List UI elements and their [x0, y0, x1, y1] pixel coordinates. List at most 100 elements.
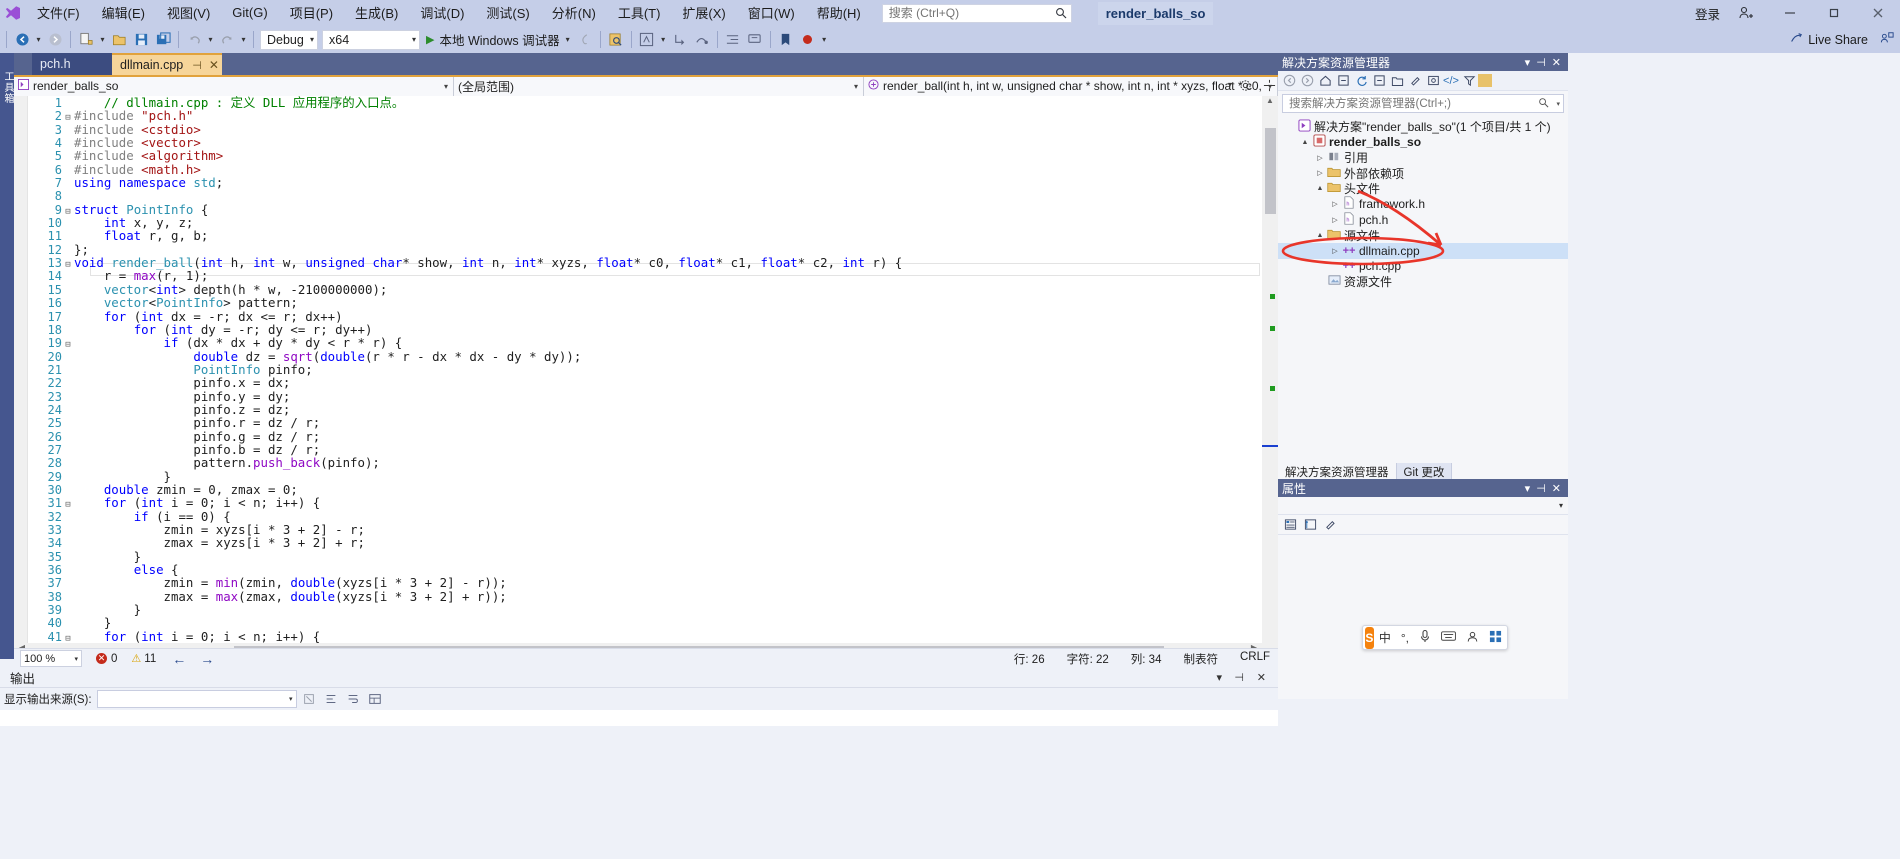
menu-window[interactable]: 窗口(W)	[737, 0, 806, 26]
search-input[interactable]	[886, 5, 1047, 21]
forward-icon[interactable]	[1298, 72, 1316, 90]
tab-pch-h[interactable]: pch.h	[32, 53, 112, 75]
tab-solution-explorer[interactable]: 解决方案资源管理器	[1278, 463, 1397, 479]
ime-apps-icon[interactable]	[1484, 630, 1507, 646]
quick-launch-search[interactable]	[881, 3, 1072, 23]
code-line[interactable]: 37 zmin = min(zmin, double(xyzs[i * 3 + …	[14, 576, 902, 590]
code-line[interactable]: 9 ⊟ struct PointInfo {	[14, 203, 902, 217]
breakpoint-dropdown-icon[interactable]: ▾	[819, 28, 830, 51]
expand-toggle-icon[interactable]: ▷	[1329, 216, 1341, 224]
comment-icon[interactable]	[744, 28, 766, 51]
previous-issue-icon[interactable]: ←	[172, 651, 186, 667]
tree-item-0[interactable]: 解决方案"render_balls_so"(1 个项目/共 1 个)	[1278, 119, 1568, 135]
code-line[interactable]: 25 pinfo.r = dz / r;	[14, 416, 902, 430]
tab-dllmain-cpp[interactable]: dllmain.cpp ⊣ ✕	[112, 53, 222, 75]
menu-debug[interactable]: 调试(D)	[409, 0, 475, 26]
tree-item-8[interactable]: ▷ ++ dllmain.cpp	[1278, 243, 1568, 259]
hot-reload-icon[interactable]	[574, 28, 596, 51]
breakpoint-icon[interactable]	[797, 28, 819, 51]
solution-explorer-search[interactable]: ▾	[1282, 94, 1564, 113]
code-line[interactable]: 32 if (i == 0) {	[14, 509, 902, 523]
property-pages-icon[interactable]	[1321, 517, 1339, 533]
alphabetical-view-icon[interactable]	[1301, 517, 1319, 533]
live-preview-dropdown-icon[interactable]: ▾	[658, 28, 669, 51]
collapse-all-icon[interactable]	[1370, 72, 1388, 90]
code-line[interactable]: 17 for (int dx = -r; dx <= r; dx++)	[14, 309, 902, 323]
code-line[interactable]: 8	[14, 189, 902, 204]
new-project-icon[interactable]	[75, 28, 97, 51]
code-line[interactable]: 18 for (int dy = -r; dy <= r; dy++)	[14, 323, 902, 337]
menu-file[interactable]: 文件(F)	[26, 0, 91, 26]
code-line[interactable]: 34 zmax = xyzs[i * 3 + 2] + r;	[14, 536, 902, 550]
code-line[interactable]: 24 pinfo.z = dz;	[14, 403, 902, 417]
chevron-down-icon[interactable]: ▾	[1556, 100, 1560, 108]
signin-label[interactable]: 登录	[1691, 4, 1724, 23]
expand-toggle-icon[interactable]: ▷	[1329, 200, 1341, 208]
code-line[interactable]: 38 zmax = max(zmax, double(xyzs[i * 3 + …	[14, 590, 902, 604]
pin-panel-icon[interactable]: ⊣	[1533, 56, 1549, 69]
code-line[interactable]: 29 }	[14, 469, 902, 483]
solution-platform-combo[interactable]: x64 ▾	[322, 29, 420, 50]
redo-icon[interactable]	[216, 28, 238, 51]
close-panel-icon[interactable]: ✕	[1257, 671, 1266, 684]
categorized-view-icon[interactable]	[1281, 517, 1299, 533]
code-line[interactable]: 5 #include <algorithm>	[14, 149, 902, 163]
indent-icon[interactable]	[722, 28, 744, 51]
expand-toggle-icon[interactable]: ▲	[1314, 232, 1326, 239]
menu-edit[interactable]: 编辑(E)	[91, 0, 156, 26]
tab-git-changes[interactable]: Git 更改	[1396, 463, 1453, 479]
code-line[interactable]: 39 }	[14, 603, 902, 617]
code-line[interactable]: 12};	[14, 243, 902, 257]
bookmark-icon[interactable]	[775, 28, 797, 51]
select-process-icon[interactable]	[605, 28, 627, 51]
code-line[interactable]: 13 ⊟ void render_ball(int h, int w, unsign…	[14, 256, 903, 270]
chevron-down-icon[interactable]: ▾	[560, 35, 570, 44]
tree-item-1[interactable]: ▲ render_balls_so	[1278, 134, 1568, 151]
code-line[interactable]: 15 vector<int> depth(h * w, -2100000000)…	[14, 283, 902, 297]
menu-help[interactable]: 帮助(H)	[806, 0, 872, 26]
editor-vertical-scrollbar[interactable]: ▲	[1262, 96, 1278, 661]
live-share-button[interactable]: Live Share	[1789, 27, 1894, 52]
ime-logo-icon[interactable]: S	[1365, 626, 1374, 649]
undo-icon[interactable]	[183, 28, 205, 51]
close-tab-icon[interactable]: ✕	[209, 58, 219, 72]
ime-language-toggle[interactable]: 中	[1374, 629, 1396, 646]
filter-icon[interactable]	[1460, 72, 1478, 90]
navbar-member-combo[interactable]: render_ball(int h, int w, unsigned char …	[864, 76, 1278, 96]
toolbox-strip[interactable]: 工具箱	[0, 53, 14, 659]
navigate-backward-icon[interactable]	[11, 28, 33, 51]
code-line[interactable]: 19 ⊟ if (dx * dx + dy * dy < r * r) {	[14, 336, 902, 350]
code-line[interactable]: 2 ⊟ #include "pch.h"	[14, 109, 902, 123]
view-code-icon[interactable]: </>	[1442, 72, 1460, 90]
warning-count-badge[interactable]: ⚠ 11	[131, 652, 156, 666]
refresh-icon[interactable]	[1352, 72, 1370, 90]
code-line[interactable]: 11 float r, g, b;	[14, 229, 902, 243]
code-line[interactable]: 35 }	[14, 550, 902, 564]
menu-view[interactable]: 视图(V)	[156, 0, 221, 26]
code-line[interactable]: 1 // dllmain.cpp : 定义 DLL 应用程序的入口点。	[14, 96, 902, 110]
home-icon[interactable]	[1316, 72, 1334, 90]
close-panel-icon[interactable]: ✕	[1549, 56, 1564, 69]
expand-toggle-icon[interactable]: ▲	[1314, 185, 1326, 192]
tree-item-5[interactable]: ▷ h framework.h	[1278, 196, 1568, 213]
step-over-icon[interactable]	[691, 28, 713, 51]
solution-explorer-more-icon[interactable]	[1478, 74, 1492, 87]
code-line[interactable]: 36 else {	[14, 563, 902, 577]
menu-analyze[interactable]: 分析(N)	[541, 0, 607, 26]
code-line[interactable]: 33 zmin = xyzs[i * 3 + 2] - r;	[14, 523, 902, 537]
pin-tab-icon[interactable]: ⊣	[192, 59, 202, 72]
menu-git[interactable]: Git(G)	[221, 2, 278, 24]
code-lines[interactable]: 1 // dllmain.cpp : 定义 DLL 应用程序的入口点。 2 ⊟ #in…	[14, 96, 903, 657]
open-file-icon[interactable]	[108, 28, 130, 51]
share-session-icon[interactable]	[1880, 31, 1894, 48]
ime-keyboard-icon[interactable]	[1436, 630, 1461, 645]
tree-item-7[interactable]: ▲ 源文件	[1278, 228, 1568, 244]
live-preview-icon[interactable]	[636, 28, 658, 51]
expand-toggle-icon[interactable]: ▲	[1299, 139, 1311, 146]
maximize-button[interactable]	[1812, 0, 1856, 26]
word-wrap-icon[interactable]	[344, 690, 363, 708]
panel-chevron-icon[interactable]: ▾	[1216, 671, 1222, 684]
solution-configuration-combo[interactable]: Debug ▾	[260, 29, 318, 50]
split-view-icon[interactable]	[1263, 79, 1276, 95]
code-line[interactable]: 40 }	[14, 616, 902, 630]
